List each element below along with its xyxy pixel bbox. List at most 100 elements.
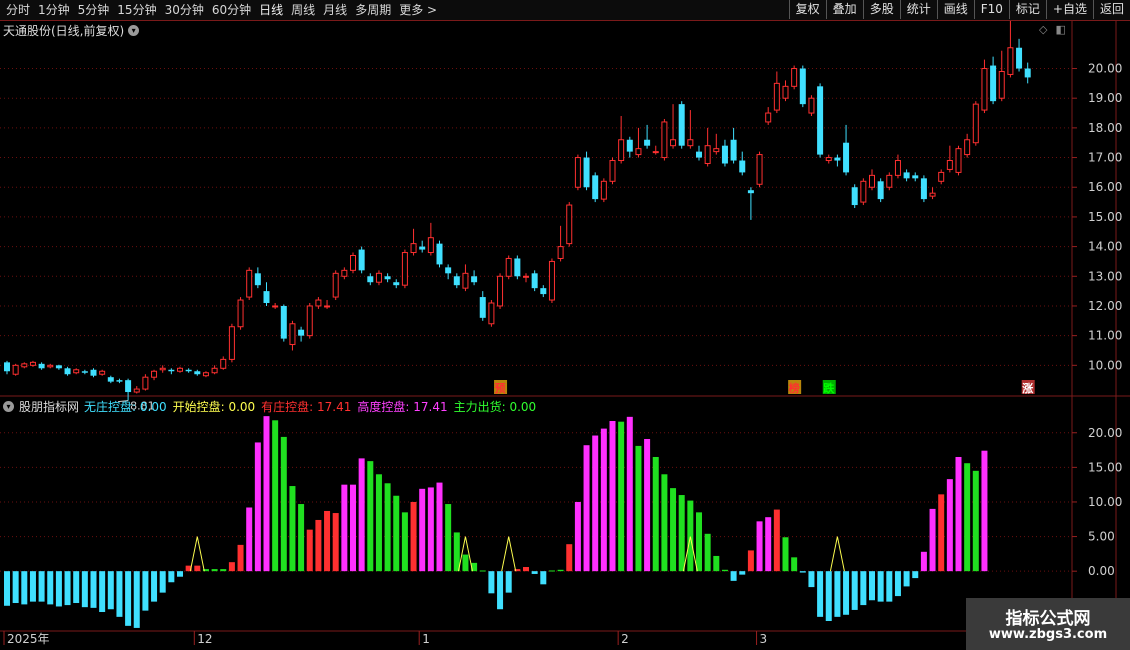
indicator-bar: [505, 571, 512, 593]
candle-body: [782, 85, 789, 99]
toolbar-button-2[interactable]: 多股: [862, 0, 900, 19]
period-tab-6[interactable]: 日线: [255, 2, 287, 18]
indicator-bar: [739, 571, 746, 575]
chevron-down-icon[interactable]: ▾: [128, 25, 140, 36]
date-label: 3: [760, 632, 768, 646]
indicator-bar: [220, 569, 227, 572]
candle-body: [877, 181, 884, 200]
period-tab-7[interactable]: 周线: [287, 2, 319, 18]
indicator-bar: [306, 529, 313, 572]
indicator-bar: [497, 571, 504, 610]
indicator-bar: [756, 521, 763, 572]
period-tab-9[interactable]: 多周期: [351, 2, 395, 18]
indicator-bar: [401, 512, 408, 572]
indicator-bar: [799, 571, 806, 573]
period-tab-1[interactable]: 1分钟: [34, 2, 74, 18]
candle-body: [938, 171, 945, 182]
date-label: 2: [621, 632, 629, 646]
indicator-bar: [618, 421, 625, 572]
ind-tick-label: 5.00: [1088, 530, 1115, 544]
indicator-bar: [436, 482, 443, 572]
candle-body: [721, 145, 728, 164]
candle-body: [981, 68, 988, 111]
indicator-bar: [678, 495, 685, 572]
toolbar-button-4[interactable]: 画线: [936, 0, 974, 19]
ind-tick-label: 10.00: [1088, 495, 1122, 509]
window-icon[interactable]: ◧: [1055, 23, 1065, 36]
toolbar-button-3[interactable]: 统计: [899, 0, 937, 19]
candle-body: [29, 361, 36, 366]
main-tick-label: 14.00: [1088, 240, 1122, 254]
period-tab-4[interactable]: 30分钟: [161, 2, 208, 18]
chevron-down-icon[interactable]: ▾: [3, 401, 14, 412]
candle-body: [453, 276, 460, 286]
indicator-name[interactable]: 股朋指标网: [19, 398, 79, 415]
toolbar-button-1[interactable]: 叠加: [825, 0, 863, 19]
period-tab-2[interactable]: 5分钟: [74, 2, 114, 18]
stock-title[interactable]: 天通股份(日线,前复权) ▾: [3, 22, 140, 39]
period-tab-10[interactable]: 更多 >: [395, 2, 441, 18]
candle-body: [894, 160, 901, 176]
candle-body: [341, 269, 348, 277]
candle-body: [367, 276, 374, 283]
candle-body: [90, 369, 97, 376]
toolbar-button-7[interactable]: +自选: [1045, 0, 1093, 19]
indicator-bar: [687, 500, 694, 572]
toolbar-button-6[interactable]: 标记: [1008, 0, 1046, 19]
candle-body: [133, 388, 140, 393]
indicator-bar: [955, 456, 962, 572]
candle-body: [228, 326, 235, 360]
indicator-bar: [566, 544, 573, 572]
candle-body: [687, 139, 694, 147]
indicator-bar: [410, 501, 417, 572]
toolbar-button-0[interactable]: 复权: [788, 0, 826, 19]
candle-body: [825, 157, 832, 162]
candle-body: [1007, 47, 1014, 75]
candle-body: [843, 142, 850, 173]
candle-body: [661, 121, 668, 159]
indicator-bar: [289, 486, 296, 572]
logo-url: www.zbgs3.com: [988, 627, 1108, 642]
candle-body: [756, 154, 763, 185]
candle-body: [488, 302, 495, 325]
indicator-value-1: 开始控盘: 0.00: [172, 400, 256, 414]
candle-body: [808, 97, 815, 114]
candle-body: [990, 65, 997, 102]
indicator-bar: [782, 537, 789, 572]
candle-body: [678, 104, 685, 146]
candle-body: [289, 323, 296, 346]
candle-body: [799, 68, 806, 105]
period-tab-8[interactable]: 月线: [319, 2, 351, 18]
indicator-bar: [133, 571, 140, 628]
period-tab-5[interactable]: 60分钟: [208, 2, 255, 18]
diamond-icon[interactable]: ◇: [1039, 23, 1047, 36]
indicator-bar: [151, 571, 158, 602]
candle-body: [851, 187, 858, 206]
candle-body: [479, 297, 486, 318]
indicator-bar: [228, 562, 235, 572]
indicator-bar: [713, 555, 720, 572]
candle-body: [410, 243, 417, 254]
indicator-bar: [843, 571, 850, 615]
chart-tools: ◇ ◧: [1039, 23, 1066, 36]
toolbar-button-8[interactable]: 返回: [1092, 0, 1130, 19]
watermark-logo: 指标公式网 www.zbgs3.com: [966, 598, 1130, 650]
indicator-bar: [851, 571, 858, 610]
period-tab-0[interactable]: 分时: [2, 2, 34, 18]
candle-body: [332, 272, 339, 298]
indicator-bar: [125, 571, 132, 626]
ind-tick-label: 20.00: [1088, 426, 1122, 440]
candle-body: [419, 246, 426, 250]
indicator-bar: [747, 550, 754, 572]
indicator-bar: [817, 571, 824, 617]
candle-body: [964, 139, 971, 156]
candle-body: [912, 175, 919, 179]
indicator-bar: [315, 519, 322, 572]
indicator-bar: [237, 544, 244, 572]
chart-canvas[interactable]: 10.0011.0012.0013.0014.0015.0016.0017.00…: [0, 0, 1130, 650]
period-tab-3[interactable]: 15分钟: [113, 2, 160, 18]
candle-body: [254, 273, 261, 286]
indicator-values: 无庄控盘: 0.00 开始控盘: 0.00 有庄控盘: 17.41 高度控盘: 17.…: [84, 398, 542, 415]
indicator-bar: [358, 458, 365, 572]
toolbar-button-5[interactable]: F10: [973, 0, 1009, 19]
